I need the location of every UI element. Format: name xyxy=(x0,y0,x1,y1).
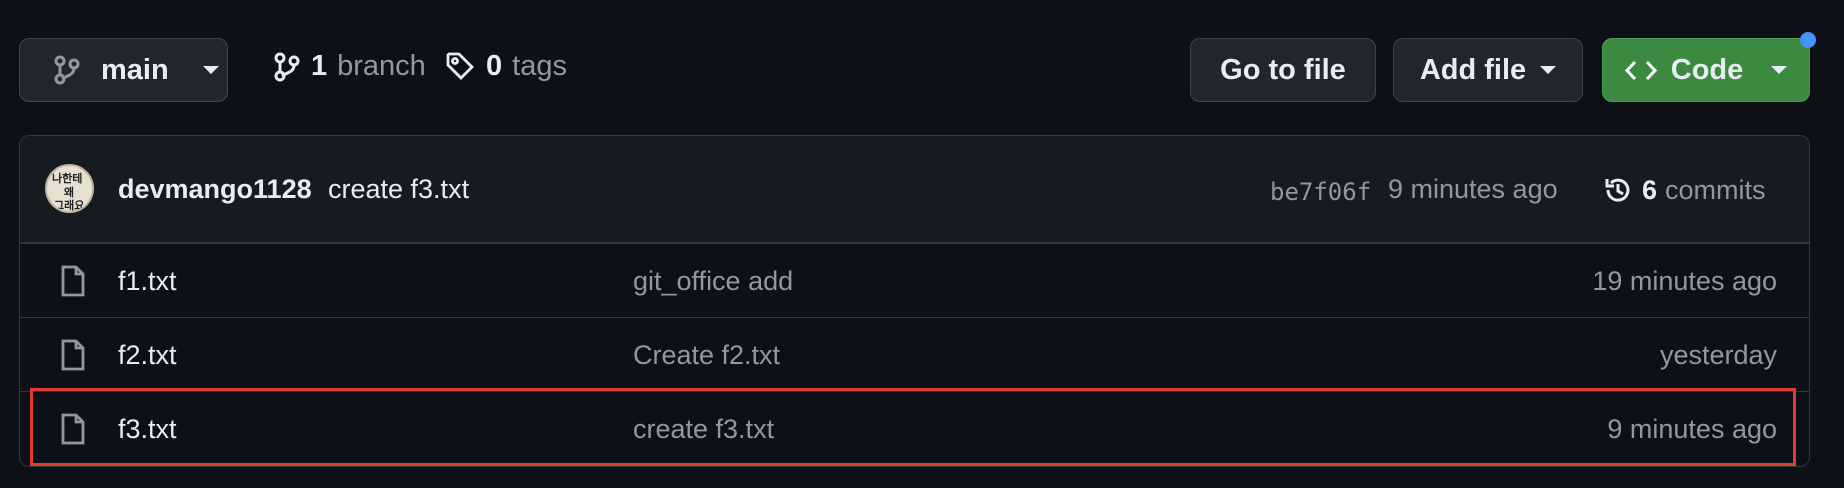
tag-icon xyxy=(445,51,476,82)
file-icon xyxy=(58,412,88,446)
commit-count: 6 xyxy=(1642,174,1658,205)
commit-author-link[interactable]: devmango1128 xyxy=(118,174,312,205)
file-icon xyxy=(58,338,88,372)
file-name-link[interactable]: f1.txt xyxy=(118,266,177,297)
branch-selector-button[interactable]: main xyxy=(19,38,228,102)
code-button[interactable]: Code xyxy=(1602,38,1810,102)
code-icon xyxy=(1624,58,1657,83)
file-updated-time: 19 minutes ago xyxy=(1592,266,1777,296)
code-label: Code xyxy=(1670,53,1744,86)
avatar[interactable]: 나한테 왜 그래요 xyxy=(45,164,94,213)
file-updated-time: yesterday xyxy=(1659,340,1777,370)
repository-file-panel: 나한테 왜 그래요 devmango1128 create f3.txt be7… xyxy=(19,135,1810,467)
commit-history-link[interactable]: 6 commits xyxy=(1602,174,1766,206)
chevron-down-icon xyxy=(1540,66,1557,74)
branch-name: main xyxy=(101,53,169,86)
branches-link[interactable]: 1 branch xyxy=(273,50,426,83)
repository-toolbar: main 1 branch 0 tags Go to file Add file xyxy=(0,0,1844,140)
notification-dot xyxy=(1800,32,1816,48)
chevron-down-icon xyxy=(202,66,219,74)
commit-message-link[interactable]: create f3.txt xyxy=(328,174,469,205)
file-name-link[interactable]: f3.txt xyxy=(118,414,177,445)
tags-link[interactable]: 0 tags xyxy=(445,50,567,83)
git-branch-icon xyxy=(273,52,301,82)
commit-time: 9 minutes ago xyxy=(1388,174,1558,204)
file-commit-message-link[interactable]: Create f2.txt xyxy=(633,340,780,371)
git-branch-icon xyxy=(53,55,81,85)
history-icon xyxy=(1602,174,1634,206)
file-commit-message-link[interactable]: git_office add xyxy=(633,266,793,297)
add-file-label: Add file xyxy=(1419,53,1527,86)
file-row-f1[interactable]: f1.txt git_office add 19 minutes ago xyxy=(20,243,1809,317)
file-row-f3[interactable]: f3.txt create f3.txt 9 minutes ago xyxy=(20,391,1809,465)
commit-sha-link[interactable]: be7f06f xyxy=(1270,178,1371,206)
branch-label: branch xyxy=(337,50,426,82)
commit-label: commits xyxy=(1665,174,1766,205)
file-icon xyxy=(58,264,88,298)
add-file-button[interactable]: Add file xyxy=(1393,38,1583,102)
tag-label: tags xyxy=(512,50,567,82)
tag-count: 0 xyxy=(486,50,503,82)
chevron-down-icon xyxy=(1771,66,1788,74)
file-commit-message-link[interactable]: create f3.txt xyxy=(633,414,774,445)
file-name-link[interactable]: f2.txt xyxy=(118,340,177,371)
latest-commit-row: 나한테 왜 그래요 devmango1128 create f3.txt be7… xyxy=(20,136,1809,243)
go-to-file-button[interactable]: Go to file xyxy=(1190,38,1376,102)
branch-count: 1 xyxy=(311,50,328,82)
file-updated-time: 9 minutes ago xyxy=(1607,414,1777,444)
file-row-f2[interactable]: f2.txt Create f2.txt yesterday xyxy=(20,317,1809,391)
